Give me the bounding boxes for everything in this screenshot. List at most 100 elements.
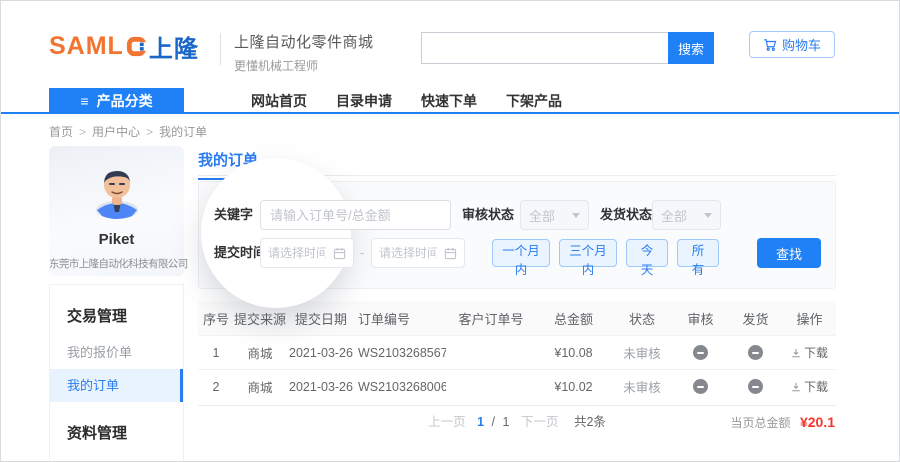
- filter-panel: 关键字 审核状态 全部 发货状态 全部 提交时间 -: [198, 181, 836, 289]
- orders-table: 序号 提交来源 提交日期 订单编号 客户订单号 总金额 状态 审核 发货 操作 …: [198, 301, 836, 403]
- date-start-picker[interactable]: [260, 238, 354, 268]
- range-three-months-button[interactable]: 三个月内: [559, 239, 617, 267]
- row-source: 商城: [234, 343, 286, 362]
- col-audit: 审核: [673, 309, 728, 328]
- cart-button-label: 购物车: [782, 35, 821, 54]
- audit-status-value: 全部: [529, 206, 555, 225]
- header-divider: [220, 33, 221, 65]
- search-button[interactable]: 搜索: [668, 32, 714, 64]
- row-no: 2: [198, 380, 234, 394]
- avatar: [84, 158, 150, 224]
- menu-section-trade: 交易管理: [50, 285, 183, 336]
- table-row: 1 商城 2021-03-26 WS21032685679 ¥10.08 未审核…: [198, 335, 836, 369]
- audit-minus-circle-icon: [693, 345, 708, 360]
- status-badge: 未审核: [611, 377, 673, 396]
- nav-item-home[interactable]: 网站首页: [251, 91, 307, 111]
- breadcrumb: 首页 > 用户中心 > 我的订单: [49, 123, 207, 140]
- calendar-icon: [333, 247, 346, 260]
- prev-page-button[interactable]: 上一页: [428, 415, 466, 429]
- page-title: 我的订单: [198, 149, 258, 180]
- col-order-no: 订单编号: [356, 309, 446, 328]
- date-end-input[interactable]: [379, 246, 437, 260]
- download-icon: [791, 348, 801, 358]
- col-action: 操作: [783, 309, 836, 328]
- audit-minus-circle-icon: [693, 379, 708, 394]
- product-category-label: 产品分类: [97, 91, 153, 111]
- find-button[interactable]: 查找: [757, 238, 821, 268]
- row-no: 1: [198, 346, 234, 360]
- nav-item-catalog-request[interactable]: 目录申请: [336, 91, 392, 111]
- download-link[interactable]: 下载: [791, 378, 828, 395]
- sidebar-item-my-quotations[interactable]: 我的报价单: [50, 336, 183, 369]
- title-row: 我的订单: [198, 141, 836, 176]
- logo-text-cn: 上隆: [149, 29, 199, 64]
- cart-button[interactable]: 购物车: [749, 31, 835, 58]
- col-source: 提交来源: [234, 309, 286, 328]
- nav-item-quick-order[interactable]: 快速下单: [421, 91, 477, 111]
- date-range-separator: -: [358, 238, 366, 268]
- total-pages: 1: [503, 415, 510, 429]
- logo[interactable]: SAML 上隆: [49, 29, 199, 64]
- ship-status-select[interactable]: 全部: [652, 200, 721, 230]
- menu-section-data: 资料管理: [50, 402, 183, 453]
- ship-minus-circle-icon: [748, 379, 763, 394]
- chevron-down-icon: [572, 213, 580, 218]
- page: SAML 上隆 上隆自动化零件商城 更懂机械工程师 搜索 购物车 ≡ 产品分类 …: [0, 0, 900, 462]
- nav-item-delisted-products[interactable]: 下架产品: [506, 91, 562, 111]
- logo-text-en: SAML: [49, 32, 124, 61]
- chevron-down-icon: [704, 213, 712, 218]
- status-badge: 未审核: [611, 343, 673, 362]
- row-order-no: WS21032685679: [356, 346, 446, 360]
- search-input[interactable]: [421, 32, 668, 64]
- range-all-button[interactable]: 所有: [677, 239, 719, 267]
- download-label: 下载: [804, 378, 828, 395]
- sidebar-item-my-orders[interactable]: 我的订单: [50, 369, 183, 402]
- keyword-input[interactable]: [260, 200, 451, 230]
- breadcrumb-home[interactable]: 首页: [49, 123, 73, 140]
- col-no: 序号: [198, 309, 234, 328]
- download-label: 下载: [804, 344, 828, 361]
- pagination: 上一页 1 / 1 下一页 共2条 当页总金额 ¥20.1: [198, 405, 836, 438]
- breadcrumb-separator: >: [79, 125, 86, 139]
- col-amount: 总金额: [536, 309, 611, 328]
- download-icon: [791, 382, 801, 392]
- row-date: 2021-03-26: [286, 380, 356, 394]
- page-total-value: ¥20.1: [800, 414, 835, 430]
- sidebar-item-account-info[interactable]: 账户信息: [50, 453, 183, 462]
- audit-status-select[interactable]: 全部: [520, 200, 589, 230]
- col-status: 状态: [611, 309, 673, 328]
- row-source: 商城: [234, 377, 286, 396]
- profile-card: Piket 东莞市上隆自动化科技有限公司: [49, 146, 184, 276]
- total-items: 共2条: [574, 415, 606, 429]
- row-order-no: WS21032680061: [356, 380, 446, 394]
- ship-minus-circle-icon: [748, 345, 763, 360]
- main-content: 我的订单 关键字 审核状态 全部 发货状态 全部 提交时间: [198, 141, 836, 438]
- date-end-picker[interactable]: [371, 238, 465, 268]
- range-one-month-button[interactable]: 一个月内: [492, 239, 550, 267]
- page-total-label: 当页总金额: [730, 416, 790, 430]
- main-nav: ≡ 产品分类 网站首页 目录申请 快速下单 下架产品: [1, 88, 900, 114]
- range-today-button[interactable]: 今天: [626, 239, 668, 267]
- calendar-icon: [444, 247, 457, 260]
- username: Piket: [49, 231, 184, 248]
- col-date: 提交日期: [286, 309, 356, 328]
- date-start-input[interactable]: [268, 246, 326, 260]
- product-category-button[interactable]: ≡ 产品分类: [49, 88, 184, 114]
- search-bar: 搜索: [421, 32, 714, 64]
- site-slogan: 上隆自动化零件商城 更懂机械工程师: [234, 31, 374, 74]
- breadcrumb-separator: >: [146, 125, 153, 139]
- row-amount: ¥10.08: [536, 346, 611, 360]
- ship-status-label: 发货状态: [600, 200, 652, 230]
- logo-o-icon: [125, 35, 148, 58]
- breadcrumb-user-center[interactable]: 用户中心: [92, 123, 140, 140]
- submit-time-label: 提交时间: [214, 238, 266, 268]
- current-page: 1: [477, 415, 484, 429]
- ship-status-value: 全部: [661, 206, 687, 225]
- sidebar-menu: 交易管理 我的报价单 我的订单 资料管理 账户信息 地址管理: [49, 284, 184, 462]
- table-header: 序号 提交来源 提交日期 订单编号 客户订单号 总金额 状态 审核 发货 操作: [198, 301, 836, 335]
- next-page-button[interactable]: 下一页: [521, 415, 559, 429]
- col-customer-order-no: 客户订单号: [446, 309, 536, 328]
- download-link[interactable]: 下载: [791, 344, 828, 361]
- cart-icon: [763, 38, 777, 52]
- table-row: 2 商城 2021-03-26 WS21032680061 ¥10.02 未审核…: [198, 369, 836, 403]
